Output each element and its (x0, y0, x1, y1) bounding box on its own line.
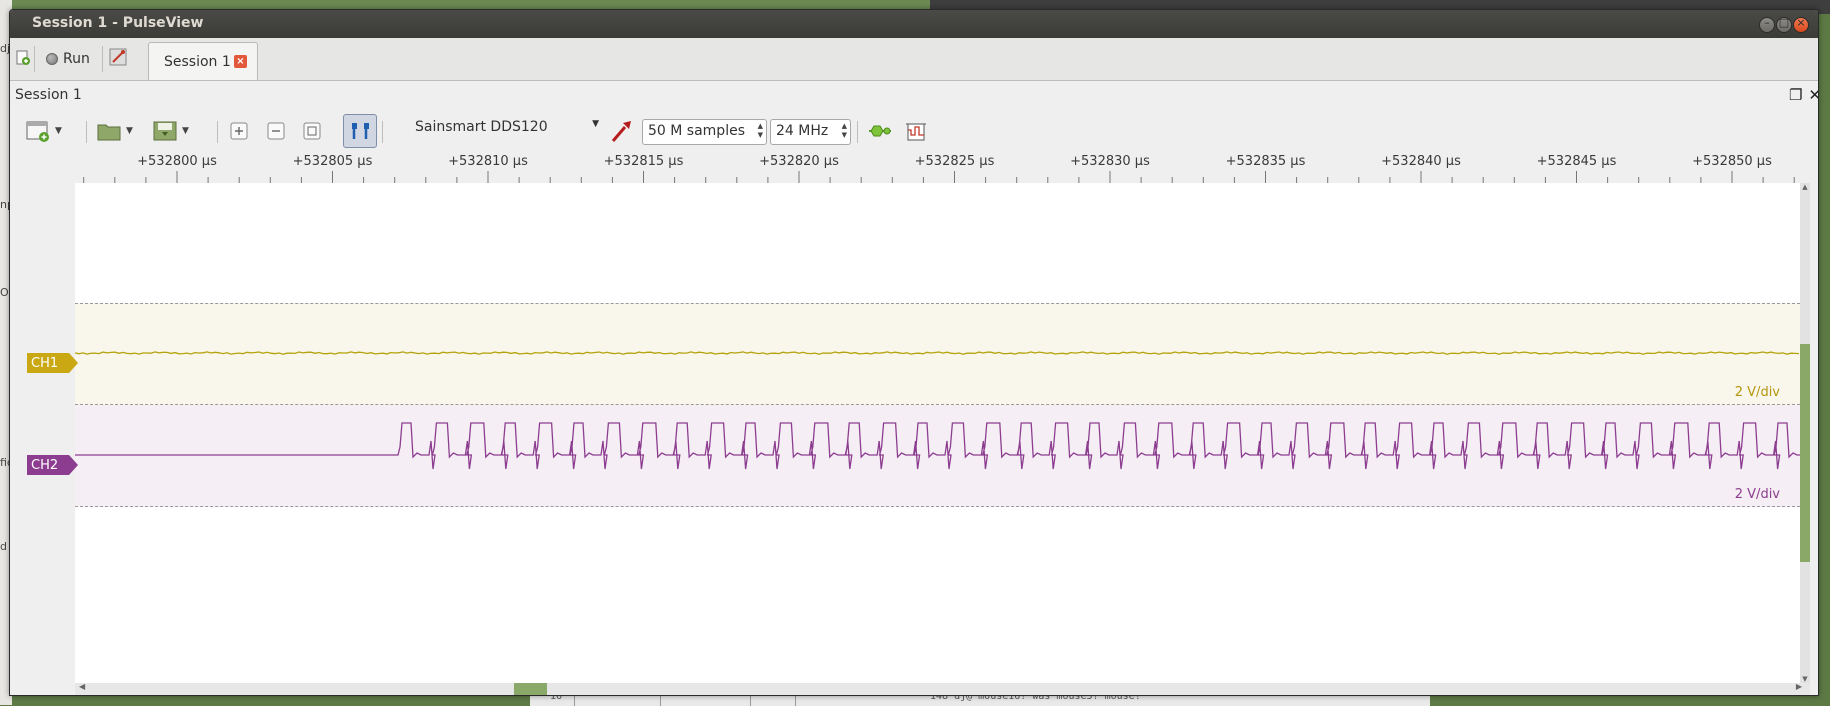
maximize-button[interactable]: □ (1776, 16, 1792, 33)
trace-view[interactable]: 2 V/div 2 V/div (75, 183, 1800, 683)
float-dock-icon[interactable]: ❐ (1789, 86, 1802, 104)
desk-text: O (0, 286, 9, 299)
session-dock-title: Session 1 (15, 87, 82, 103)
desk-text: d (0, 540, 7, 553)
close-window-button[interactable]: × (1793, 16, 1809, 33)
run-label: Run (63, 51, 90, 67)
zoom-out-button[interactable] (267, 116, 285, 146)
device-config-button[interactable] (610, 116, 634, 146)
toolbar-separator (102, 46, 103, 72)
scroll-left-icon[interactable]: ◀ (79, 682, 85, 691)
window-title: Session 1 - PulseView (32, 15, 204, 31)
time-ruler[interactable]: +532800 µs +532805 µs +532810 µs +532815 µs… (75, 151, 1810, 183)
spin-arrows-icon[interactable]: ▲ ▼ (842, 122, 847, 140)
ruler-tick-label: +532850 µs (1692, 154, 1772, 169)
toolbar-separator (382, 121, 383, 143)
channel-name: CH2 (31, 457, 59, 473)
save-button[interactable]: ▼ (153, 116, 189, 146)
scroll-up-icon[interactable]: ▲ (1800, 183, 1810, 191)
chevron-down-icon[interactable]: ▼ (182, 126, 189, 136)
device-config-icon (611, 121, 631, 142)
chevron-down-icon[interactable]: ▼ (55, 126, 62, 136)
ruler-tick-label: +532820 µs (759, 154, 839, 169)
add-view-button[interactable]: ▼ (26, 116, 62, 146)
ruler-tick-label: +532805 µs (292, 154, 373, 169)
toolbar-separator (34, 46, 35, 72)
add-decoder-icon (906, 123, 926, 141)
minimize-button[interactable]: – (1759, 16, 1775, 33)
ruler-tick-label: +532830 µs (1070, 154, 1150, 169)
ruler-tick-label: +532810 µs (448, 154, 528, 169)
tab-session-1[interactable]: Session 1 × (148, 42, 258, 80)
waveforms (75, 351, 1800, 470)
channel-label-ch2[interactable]: CH2 (27, 455, 78, 475)
device-select-value: Sainsmart DDS120 (415, 119, 548, 135)
pulseview-window: Session 1 - PulseView – □ × Run Session … (9, 9, 1819, 696)
zoom-in-icon (230, 122, 248, 140)
open-button[interactable]: ▼ (97, 116, 133, 146)
spin-arrows-icon[interactable]: ▲ ▼ (758, 122, 763, 140)
tab-bar: Run Session 1 × (10, 38, 1818, 81)
channel-name: CH1 (31, 355, 59, 371)
add-view-icon (26, 121, 49, 142)
sample-count-value: 50 M samples (648, 123, 745, 139)
vertical-scroll-thumb[interactable] (1800, 344, 1810, 562)
ruler-tick-label: +532840 µs (1381, 154, 1461, 169)
dock-buttons: ❐✕ (1783, 86, 1818, 104)
title-bar[interactable]: Session 1 - PulseView – □ × (10, 10, 1818, 38)
channels-button[interactable] (868, 116, 892, 146)
ruler-tick-label: +532800 µs (137, 154, 217, 169)
samplerate-value: 24 MHz (776, 123, 829, 139)
ruler-tick-label: +532815 µs (603, 154, 684, 169)
channel-label-ch1[interactable]: CH1 (27, 353, 78, 373)
zoom-fit-button[interactable] (303, 116, 321, 146)
chevron-down-icon: ▼ (592, 119, 599, 129)
save-icon (153, 121, 177, 141)
new-session-icon[interactable] (15, 50, 31, 70)
ch2-waveform (75, 422, 1800, 470)
toolbar-separator (217, 121, 218, 143)
close-icon[interactable]: × (234, 55, 247, 68)
scroll-right-icon[interactable]: ▶ (1796, 682, 1802, 691)
probe-icon[interactable] (109, 48, 127, 70)
ruler-tick-label: +532835 µs (1225, 154, 1306, 169)
ruler-tick-label: +532825 µs (914, 154, 995, 169)
ch1-waveform (75, 351, 1800, 355)
add-decoder-button[interactable] (905, 116, 927, 146)
main-toolbar: ▼ ▼ ▼ Sainsmart DDS120 ▼ 50 M samples ▲ … (10, 111, 1818, 151)
close-dock-icon[interactable]: ✕ (1808, 86, 1818, 104)
horizontal-scroll-thumb[interactable] (514, 683, 547, 695)
zoom-in-button[interactable] (230, 116, 248, 146)
run-indicator-icon (46, 53, 58, 65)
tab-label: Session 1 (164, 54, 231, 70)
sample-count-spinbox[interactable]: 50 M samples ▲ ▼ (642, 119, 767, 145)
vertical-scrollbar[interactable]: ▲ ▼ (1800, 183, 1810, 683)
horizontal-scrollbar[interactable]: ◀ ▶ (75, 682, 1810, 695)
samplerate-spinbox[interactable]: 24 MHz ▲ ▼ (770, 119, 851, 145)
show-cursor-toggle[interactable] (343, 114, 377, 148)
zoom-fit-icon (303, 122, 321, 140)
channels-icon (869, 125, 891, 137)
toolbar-separator (857, 121, 858, 143)
ruler-tick-label: +532845 µs (1536, 154, 1617, 169)
session-panel: Session 1 ❐✕ ▼ ▼ ▼ (10, 81, 1818, 695)
run-button[interactable]: Run (46, 47, 90, 71)
folder-open-icon (97, 124, 121, 141)
chevron-down-icon[interactable]: ▼ (126, 126, 133, 136)
show-cursor-icon (352, 123, 369, 139)
device-select[interactable]: Sainsmart DDS120 ▼ (415, 119, 605, 143)
zoom-out-icon (267, 122, 285, 140)
toolbar-separator (86, 121, 87, 143)
